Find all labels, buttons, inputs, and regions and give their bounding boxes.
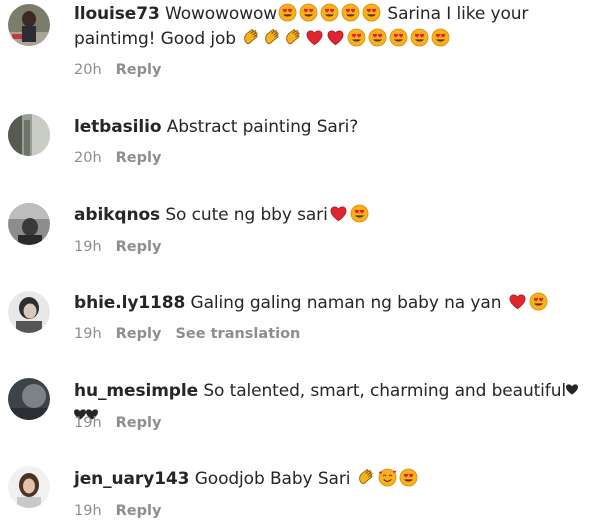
comment-timestamp: 20h xyxy=(74,150,102,166)
comment-text: jen_uary143 Goodjob Baby Sari xyxy=(74,467,589,492)
heart-eyes-icon xyxy=(362,3,381,22)
reply-button[interactable]: Reply xyxy=(116,62,162,78)
emoji-group xyxy=(277,3,382,24)
clapping-hands-icon xyxy=(242,28,261,47)
avatar[interactable] xyxy=(8,378,50,420)
avatar[interactable] xyxy=(8,4,50,46)
clapping-hands-icon xyxy=(263,28,282,47)
emoji-group xyxy=(241,28,451,49)
comment-text: letbasilio Abstract painting Sari? xyxy=(74,115,589,140)
comment-body: So cute ng bby sari xyxy=(160,205,328,225)
comment-body: Abstract painting Sari? xyxy=(161,117,359,137)
heart-eyes-icon xyxy=(431,28,450,47)
comment-timestamp: 19h xyxy=(74,239,102,255)
heart-eyes-icon xyxy=(399,468,418,487)
avatar[interactable] xyxy=(8,291,50,333)
red-heart-icon xyxy=(326,28,345,47)
small-black-heart-icon xyxy=(566,380,578,399)
red-heart-icon xyxy=(305,28,324,47)
emoji-group xyxy=(328,204,370,225)
comment-body: Galing galing naman ng baby na yan xyxy=(185,293,507,313)
avatar[interactable] xyxy=(8,466,50,508)
comment-meta: 19h Reply xyxy=(74,503,175,519)
comment-body: Wowowowow xyxy=(159,4,278,24)
emoji-group xyxy=(356,468,419,489)
reply-button[interactable]: Reply xyxy=(116,239,162,255)
smiling-hearts-icon xyxy=(378,468,397,487)
reply-button[interactable]: Reply xyxy=(116,415,162,431)
comment-body: Goodjob Baby Sari xyxy=(189,469,356,489)
see-translation-button[interactable]: See translation xyxy=(175,326,300,342)
heart-eyes-icon xyxy=(341,3,360,22)
comment-meta: 19h Reply xyxy=(74,239,175,255)
heart-eyes-icon xyxy=(389,28,408,47)
comment-text: bhie.ly1188 Galing galing naman ng baby … xyxy=(74,291,589,316)
red-heart-icon xyxy=(329,204,348,223)
comment-text: abikqnos So cute ng bby sari xyxy=(74,203,589,228)
heart-eyes-icon xyxy=(529,292,548,311)
avatar[interactable] xyxy=(8,114,50,156)
heart-eyes-icon xyxy=(320,3,339,22)
clapping-hands-icon xyxy=(357,468,376,487)
comment-username[interactable]: bhie.ly1188 xyxy=(74,293,185,313)
comment-timestamp: 20h xyxy=(74,62,102,78)
comment-meta: 20h Reply xyxy=(74,62,175,78)
heart-eyes-icon xyxy=(410,28,429,47)
comment-meta: 19h Reply See translation xyxy=(74,326,314,342)
comment-timestamp: 19h xyxy=(74,415,102,431)
comment-meta: 20h Reply xyxy=(74,150,175,166)
heart-eyes-icon xyxy=(368,28,387,47)
comment-text: llouise73 Wowowowow Sarina I like your p… xyxy=(74,2,589,52)
heart-eyes-icon xyxy=(299,3,318,22)
comment-timestamp: 19h xyxy=(74,503,102,519)
avatar[interactable] xyxy=(8,203,50,245)
comment-meta: 19h Reply xyxy=(74,415,175,431)
reply-button[interactable]: Reply xyxy=(116,326,162,342)
heart-eyes-icon xyxy=(278,3,297,22)
comment-body: So talented, smart, charming and beautif… xyxy=(198,381,566,401)
comment-username[interactable]: abikqnos xyxy=(74,205,160,225)
comment-username[interactable]: llouise73 xyxy=(74,4,160,24)
reply-button[interactable]: Reply xyxy=(116,503,162,519)
emoji-group xyxy=(507,292,549,313)
red-heart-icon xyxy=(508,292,527,311)
heart-eyes-icon xyxy=(350,204,369,223)
clapping-hands-icon xyxy=(284,28,303,47)
comment-username[interactable]: letbasilio xyxy=(74,117,162,137)
comment-username[interactable]: jen_uary143 xyxy=(74,469,189,489)
comment-timestamp: 19h xyxy=(74,326,102,342)
comment-username[interactable]: hu_mesimple xyxy=(74,381,198,401)
reply-button[interactable]: Reply xyxy=(116,150,162,166)
heart-eyes-icon xyxy=(347,28,366,47)
